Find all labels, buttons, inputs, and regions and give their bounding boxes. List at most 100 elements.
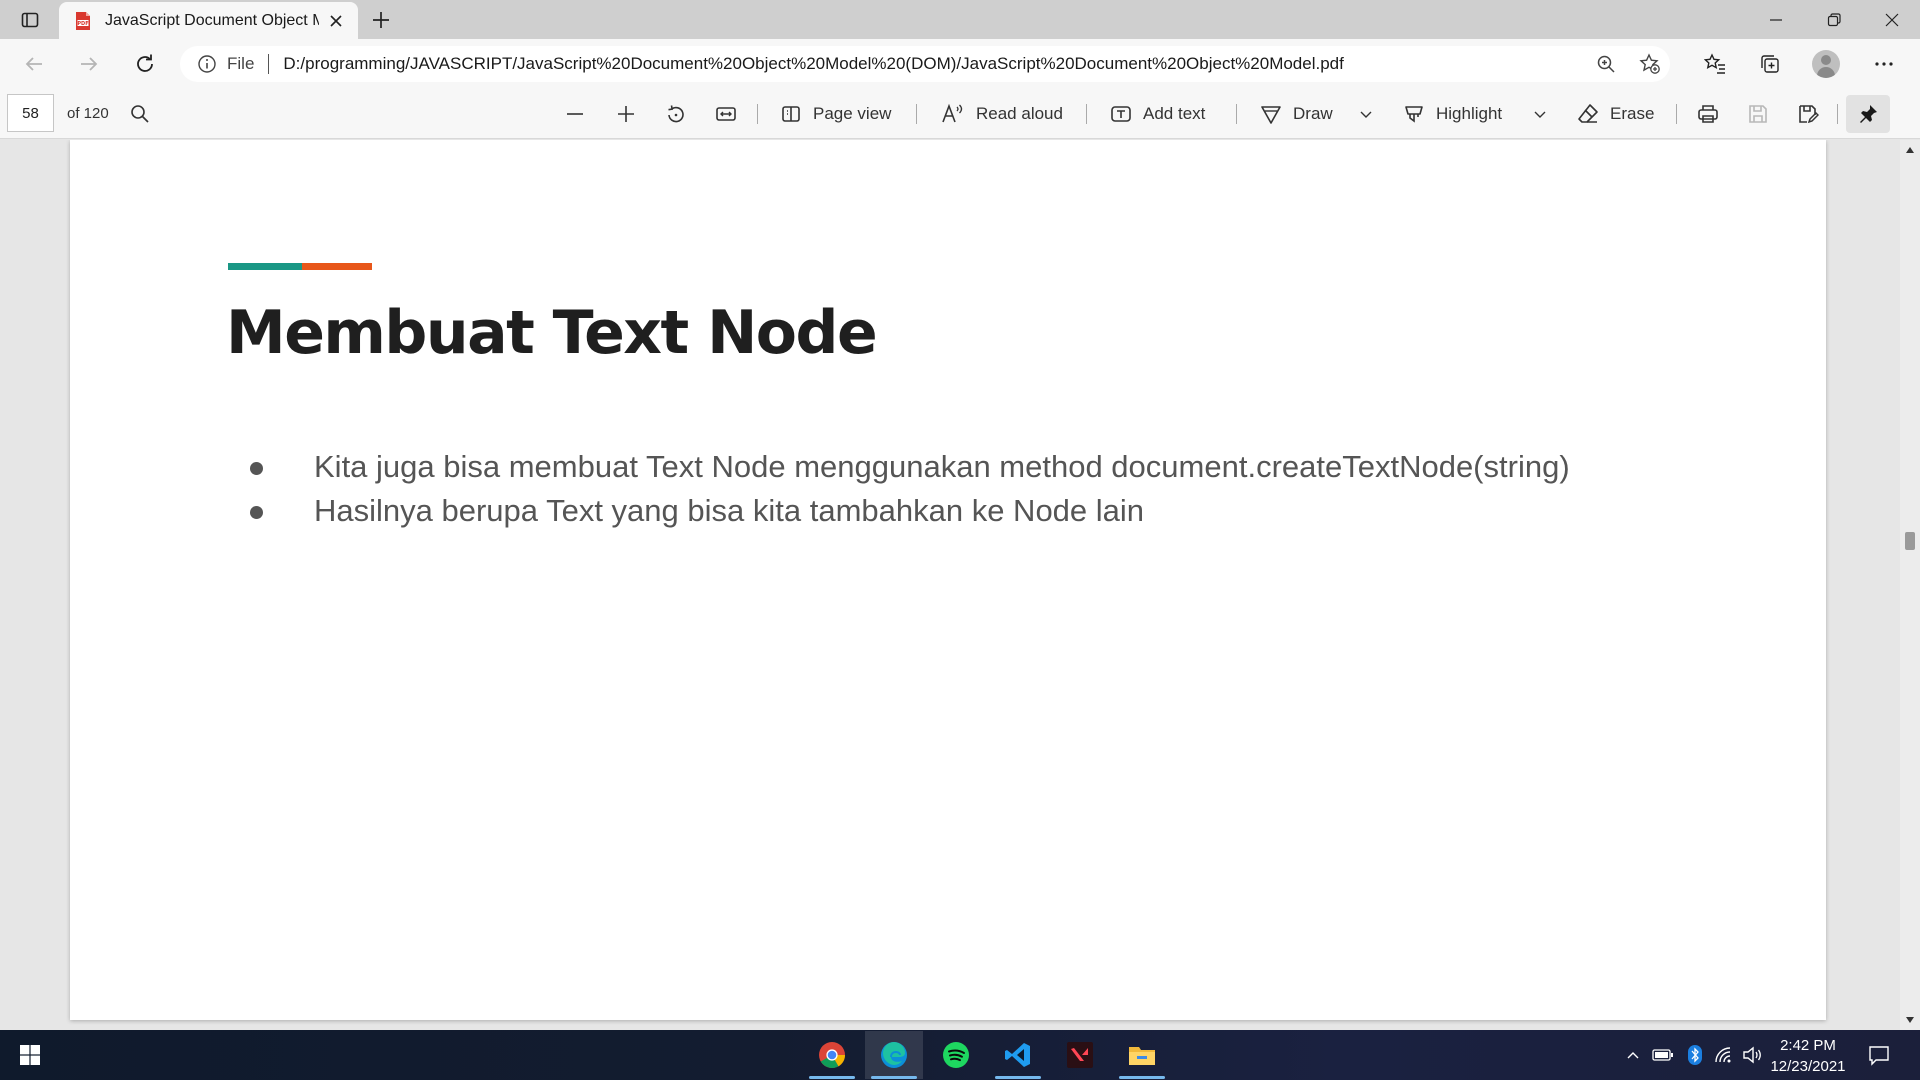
show-hidden-icons-button[interactable]: [1622, 1043, 1644, 1067]
arrow-left-icon: [25, 57, 42, 71]
scroll-down-arrow[interactable]: [1904, 1014, 1916, 1026]
start-button[interactable]: [10, 1038, 50, 1072]
add-text-button[interactable]: Add text: [1110, 96, 1205, 132]
highlight-options-dropdown[interactable]: [1533, 96, 1547, 132]
vertical-scrollbar[interactable]: [1900, 140, 1920, 1030]
page-number-input[interactable]: [7, 94, 54, 132]
save-as-button[interactable]: [1797, 96, 1819, 132]
battery-button[interactable]: [1652, 1043, 1674, 1067]
minimize-button[interactable]: [1748, 0, 1804, 39]
more-icon: [1875, 62, 1893, 66]
pdf-toolbar: of 120 Page view Read aloud Add text Dra…: [0, 89, 1920, 139]
taskbar-app-chrome[interactable]: [803, 1031, 861, 1079]
chevron-up-icon: [1627, 1052, 1639, 1059]
collections-icon: [1761, 55, 1779, 73]
eraser-icon: [1578, 104, 1598, 123]
scroll-up-arrow[interactable]: [1904, 144, 1916, 156]
rotate-icon: [668, 105, 684, 123]
toolbar-separator: [1837, 104, 1838, 124]
taskbar: 2:42 PM 12/23/2021: [0, 1030, 1920, 1080]
page-view-label: Page view: [813, 104, 892, 123]
highlight-button[interactable]: Highlight: [1403, 96, 1502, 132]
toolbar-separator: [916, 104, 917, 124]
tab-strip: PDF JavaScript Document Object Mo: [0, 0, 1920, 39]
system-clock[interactable]: 2:42 PM 12/23/2021: [1764, 1035, 1852, 1077]
zoom-button[interactable]: [1591, 50, 1621, 78]
taskbar-app-spotify[interactable]: [927, 1031, 985, 1079]
volume-button[interactable]: [1741, 1043, 1763, 1067]
close-window-button[interactable]: [1864, 0, 1920, 39]
draw-options-dropdown[interactable]: [1359, 96, 1373, 132]
add-favorite-button[interactable]: [1635, 50, 1665, 78]
highlighter-icon: [1405, 106, 1423, 123]
taskbar-app-vscode[interactable]: [989, 1031, 1047, 1079]
add-text-label: Add text: [1143, 104, 1206, 123]
spotify-icon: [943, 1042, 969, 1068]
pin-toolbar-button[interactable]: [1846, 95, 1890, 133]
tab-pdf-document[interactable]: PDF JavaScript Document Object Mo: [59, 2, 358, 39]
minimize-icon: [1770, 18, 1782, 21]
file-explorer-icon: [1129, 1047, 1155, 1065]
windows-logo-icon: [20, 1045, 40, 1065]
read-aloud-button[interactable]: Read aloud: [941, 96, 1063, 132]
fit-width-icon: [716, 107, 736, 121]
tab-actions-button[interactable]: [14, 6, 46, 33]
favorites-icon: [1704, 53, 1725, 74]
plus-icon: [373, 11, 389, 28]
page-view-button[interactable]: Page view: [780, 96, 891, 132]
print-button[interactable]: [1697, 96, 1719, 132]
chevron-down-icon: [1360, 111, 1372, 118]
highlight-label: Highlight: [1436, 104, 1503, 123]
network-button[interactable]: [1713, 1043, 1735, 1067]
arrow-right-icon: [81, 57, 98, 71]
add-text-icon: [1111, 106, 1131, 122]
taskbar-app-edge[interactable]: [865, 1031, 923, 1079]
fit-to-width-button[interactable]: [715, 96, 737, 132]
zoom-out-button[interactable]: [565, 96, 585, 132]
new-tab-button[interactable]: [366, 6, 396, 33]
notification-center-button[interactable]: [1866, 1042, 1892, 1068]
triangle-up-icon: [1906, 147, 1914, 153]
notification-icon: [1869, 1046, 1889, 1066]
url-text[interactable]: D:/programming/JAVASCRIPT/JavaScript%20D…: [283, 54, 1343, 74]
info-icon[interactable]: [197, 54, 217, 74]
accent-teal-segment: [228, 263, 302, 270]
address-bar[interactable]: File D:/programming/JAVASCRIPT/JavaScrip…: [180, 46, 1670, 82]
rotate-button[interactable]: [665, 96, 687, 132]
accent-orange-segment: [302, 263, 372, 270]
find-button[interactable]: [130, 96, 150, 132]
bullet-list: Kita juga bisa membuat Text Node menggun…: [250, 445, 1570, 533]
profile-button[interactable]: [1808, 47, 1844, 81]
navigation-bar: File D:/programming/JAVASCRIPT/JavaScrip…: [0, 39, 1920, 89]
bullet-item: Kita juga bisa membuat Text Node menggun…: [250, 445, 1570, 489]
bluetooth-button[interactable]: [1684, 1043, 1706, 1067]
chevron-down-icon: [1534, 111, 1546, 118]
draw-button[interactable]: Draw: [1260, 96, 1333, 132]
toolbar-separator: [1086, 104, 1087, 124]
draw-label: Draw: [1293, 104, 1333, 123]
taskbar-app-file-explorer[interactable]: [1113, 1031, 1171, 1079]
back-button[interactable]: [16, 47, 52, 81]
refresh-button[interactable]: [127, 47, 163, 81]
erase-button[interactable]: Erase: [1577, 96, 1654, 132]
refresh-icon: [137, 54, 153, 72]
tab-close-button[interactable]: [325, 9, 349, 33]
collections-button[interactable]: [1752, 47, 1788, 81]
scrollbar-thumb[interactable]: [1905, 532, 1915, 550]
settings-menu-button[interactable]: [1866, 47, 1902, 81]
restore-icon: [1827, 12, 1841, 26]
zoom-in-button[interactable]: [616, 96, 636, 132]
star-add-icon: [1639, 53, 1660, 74]
page-total-label: of 120: [67, 105, 109, 122]
close-icon: [1885, 13, 1899, 26]
bullet-item: Hasilnya berupa Text yang bisa kita tamb…: [250, 489, 1570, 533]
chrome-icon: [819, 1042, 846, 1069]
forward-button[interactable]: [71, 47, 107, 81]
pdf-viewport[interactable]: Membuat Text Node Kita juga bisa membuat…: [0, 140, 1920, 1030]
taskbar-app-valorant[interactable]: [1051, 1031, 1109, 1079]
vscode-icon: [1005, 1043, 1030, 1067]
restore-button[interactable]: [1806, 0, 1862, 39]
slide-title: Membuat Text Node: [226, 298, 878, 368]
favorites-button[interactable]: [1697, 47, 1733, 81]
save-button[interactable]: [1747, 96, 1769, 132]
